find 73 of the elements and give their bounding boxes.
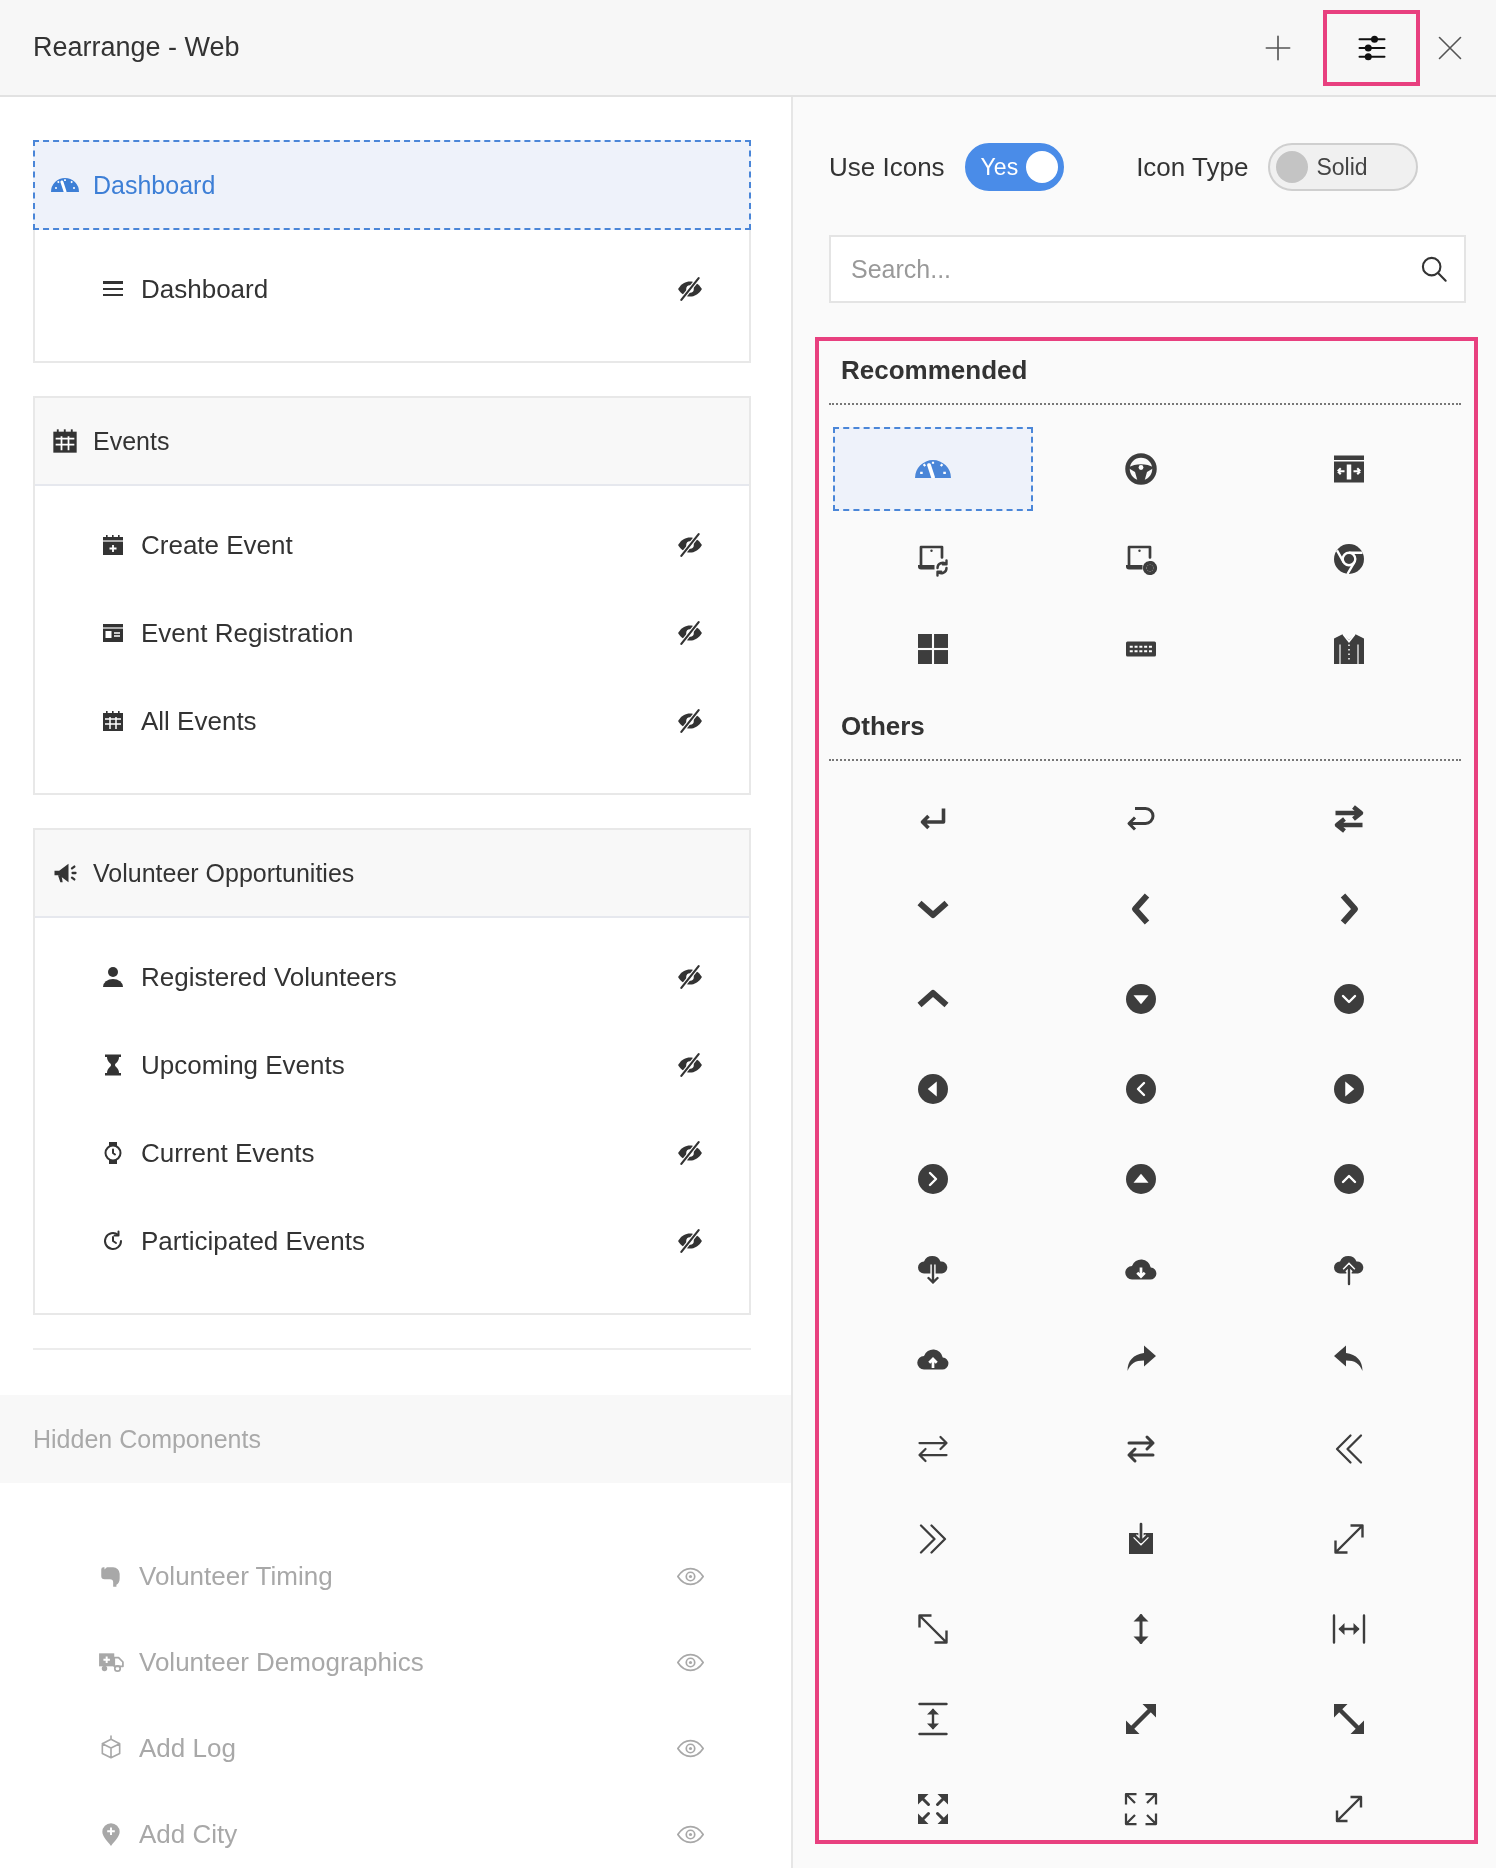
gauge-icon: [51, 178, 79, 192]
search-field[interactable]: Search...: [829, 235, 1466, 303]
circle-caret-up-icon: [1123, 1161, 1159, 1197]
group-label: Volunteer Opportunities: [93, 858, 355, 888]
circle-chevron-left-icon: [1123, 1071, 1159, 1107]
id-card-icon: [101, 621, 125, 645]
toggle-switch[interactable]: Solid: [1268, 143, 1418, 191]
visibility-toggle[interactable]: [677, 1140, 703, 1166]
component-label: Add Log: [139, 1732, 237, 1764]
calendar-plus-icon: [101, 533, 125, 557]
setting-label: Use Icons: [829, 151, 945, 183]
vertical-arrows-icon: [915, 1701, 951, 1737]
component-label: Event Registration: [141, 617, 355, 649]
eye-slash-icon: [677, 276, 703, 302]
settings-button[interactable]: [1323, 9, 1420, 86]
circle-caret-left-icon: [915, 1071, 951, 1107]
group-header[interactable]: Dashboard: [33, 140, 751, 230]
group-header[interactable]: Events: [35, 398, 749, 486]
add-icon: [1264, 33, 1292, 62]
circle-chevron-right-icon: [915, 1161, 951, 1197]
component-label: Upcoming Events: [141, 1049, 346, 1081]
group-label: Dashboard: [93, 170, 216, 200]
clock-refresh-icon: [101, 1229, 125, 1253]
component-label: Dashboard: [141, 273, 270, 305]
section-heading: Others: [840, 710, 926, 743]
eye-slash-icon: [677, 708, 703, 734]
eye-slash-icon: [677, 1052, 703, 1078]
eye-slash-icon: [677, 964, 703, 990]
component-label: Registered Volunteers: [141, 961, 398, 993]
eye-slash-icon: [677, 532, 703, 558]
visibility-toggle[interactable]: [677, 1228, 703, 1254]
visibility-toggle[interactable]: [677, 620, 703, 646]
visibility-toggle[interactable]: [677, 532, 703, 558]
circle-chevron-down-icon: [1331, 981, 1367, 1017]
setting-label: Icon Type: [1136, 151, 1249, 183]
user-icon: [101, 965, 125, 989]
section-title: Hidden Components: [33, 1424, 261, 1454]
visibility-toggle[interactable]: [677, 276, 703, 302]
visibility-toggle[interactable]: [677, 708, 703, 734]
window-title: Rearrange - Web: [33, 32, 241, 63]
aperture-icon: [1331, 541, 1367, 577]
calendar-icon: [51, 427, 79, 455]
diagonal-arrow-icon: [915, 1611, 951, 1647]
component-label: Create Event: [141, 529, 294, 561]
section-heading: Recommended: [840, 354, 1029, 387]
component-label: Participated Events: [141, 1225, 366, 1257]
circle-chevron-up-icon: [1331, 1161, 1367, 1197]
circle-caret-down-icon: [1123, 981, 1159, 1017]
circle-caret-right-icon: [1331, 1071, 1367, 1107]
eye-slash-icon: [677, 1228, 703, 1254]
eye-slash-icon: [677, 620, 703, 646]
diagonal-arrow-icon: [1331, 1701, 1367, 1737]
group-header[interactable]: Volunteer Opportunities: [35, 830, 749, 918]
component-label: Volunteer Demographics: [139, 1646, 425, 1678]
eye-slash-icon: [677, 1140, 703, 1166]
component-label: All Events: [141, 705, 258, 737]
gauge-icon: [915, 460, 951, 478]
search-icon: [1420, 255, 1448, 283]
horizontal-arrows-icon: [1331, 1611, 1367, 1647]
diagonal-arrow-icon: [1331, 1521, 1367, 1557]
group-label: Events: [93, 426, 170, 456]
four-squares-icon: [915, 631, 951, 667]
expand-corners-icon: [915, 1791, 951, 1827]
component-label: Add City: [139, 1818, 239, 1850]
calendar-icon: [101, 709, 125, 733]
component-label: Volunteer Timing: [139, 1560, 334, 1592]
shirt-icon: [1331, 631, 1367, 667]
diagonal-arrow-icon: [1123, 1701, 1159, 1737]
visibility-toggle[interactable]: [677, 964, 703, 990]
steering-wheel-icon: [1123, 451, 1159, 487]
expand-corners-icon: [1123, 1791, 1159, 1827]
visibility-toggle[interactable]: [677, 1052, 703, 1078]
component-label: Current Events: [141, 1137, 316, 1169]
